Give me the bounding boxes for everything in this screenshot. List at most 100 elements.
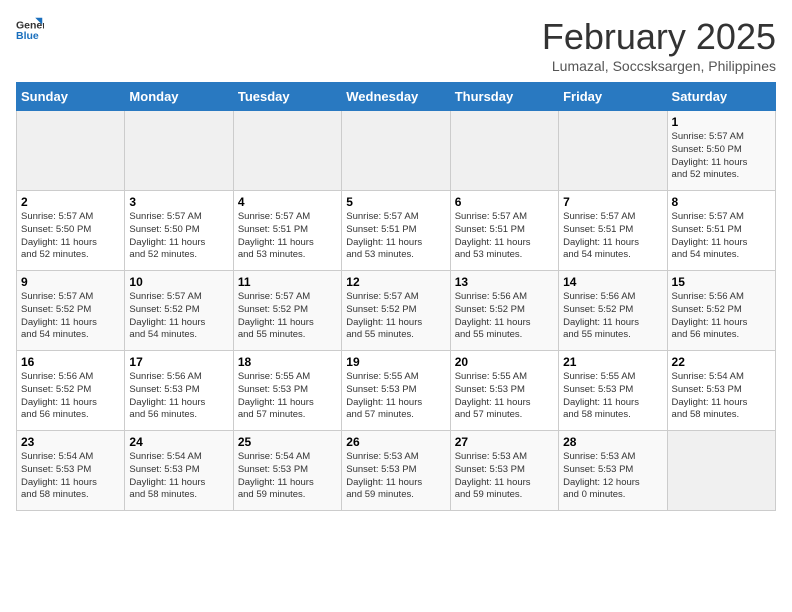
day-info: Sunrise: 5:56 AM Sunset: 5:52 PM Dayligh… <box>563 291 662 342</box>
calendar-cell: 13 Sunrise: 5:56 AM Sunset: 5:52 PM Dayli… <box>450 271 558 351</box>
day-info: Sunrise: 5:56 AM Sunset: 5:52 PM Dayligh… <box>21 371 120 422</box>
day-number: 24 <box>129 435 228 449</box>
day-info: Sunrise: 5:57 AM Sunset: 5:51 PM Dayligh… <box>455 211 554 262</box>
day-number: 9 <box>21 275 120 289</box>
day-info: Sunrise: 5:57 AM Sunset: 5:51 PM Dayligh… <box>346 211 445 262</box>
calendar-cell: 12 Sunrise: 5:57 AM Sunset: 5:52 PM Dayli… <box>342 271 450 351</box>
calendar-cell: 9 Sunrise: 5:57 AM Sunset: 5:52 PM Daylig… <box>17 271 125 351</box>
day-number: 10 <box>129 275 228 289</box>
calendar-cell: 19 Sunrise: 5:55 AM Sunset: 5:53 PM Dayli… <box>342 351 450 431</box>
day-number: 25 <box>238 435 337 449</box>
page-header: General Blue February 2025 Lumazal, Socc… <box>16 16 776 74</box>
calendar-cell: 15 Sunrise: 5:56 AM Sunset: 5:52 PM Dayli… <box>667 271 775 351</box>
day-info: Sunrise: 5:57 AM Sunset: 5:51 PM Dayligh… <box>563 211 662 262</box>
day-info: Sunrise: 5:57 AM Sunset: 5:51 PM Dayligh… <box>238 211 337 262</box>
day-info: Sunrise: 5:57 AM Sunset: 5:52 PM Dayligh… <box>129 291 228 342</box>
calendar-cell: 6 Sunrise: 5:57 AM Sunset: 5:51 PM Daylig… <box>450 191 558 271</box>
calendar-cell <box>667 431 775 511</box>
day-info: Sunrise: 5:56 AM Sunset: 5:52 PM Dayligh… <box>672 291 771 342</box>
calendar-cell: 8 Sunrise: 5:57 AM Sunset: 5:51 PM Daylig… <box>667 191 775 271</box>
day-info: Sunrise: 5:57 AM Sunset: 5:52 PM Dayligh… <box>21 291 120 342</box>
calendar-cell: 24 Sunrise: 5:54 AM Sunset: 5:53 PM Dayli… <box>125 431 233 511</box>
day-number: 5 <box>346 195 445 209</box>
svg-text:Blue: Blue <box>16 30 39 42</box>
day-info: Sunrise: 5:54 AM Sunset: 5:53 PM Dayligh… <box>129 451 228 502</box>
calendar-week-row: 23 Sunrise: 5:54 AM Sunset: 5:53 PM Dayli… <box>17 431 776 511</box>
day-info: Sunrise: 5:55 AM Sunset: 5:53 PM Dayligh… <box>346 371 445 422</box>
day-number: 23 <box>21 435 120 449</box>
calendar-header: SundayMondayTuesdayWednesdayThursdayFrid… <box>17 83 776 111</box>
calendar-week-row: 1Sunrise: 5:57 AM Sunset: 5:50 PM Daylig… <box>17 111 776 191</box>
calendar-cell: 5 Sunrise: 5:57 AM Sunset: 5:51 PM Daylig… <box>342 191 450 271</box>
day-number: 28 <box>563 435 662 449</box>
weekday-header: Saturday <box>667 83 775 111</box>
day-number: 6 <box>455 195 554 209</box>
day-number: 8 <box>672 195 771 209</box>
calendar-cell: 18 Sunrise: 5:55 AM Sunset: 5:53 PM Dayli… <box>233 351 341 431</box>
day-info: Sunrise: 5:57 AM Sunset: 5:52 PM Dayligh… <box>346 291 445 342</box>
weekday-row: SundayMondayTuesdayWednesdayThursdayFrid… <box>17 83 776 111</box>
day-number: 13 <box>455 275 554 289</box>
calendar-cell: 25Sunrise: 5:54 AM Sunset: 5:53 PM Dayli… <box>233 431 341 511</box>
day-info: Sunrise: 5:57 AM Sunset: 5:52 PM Dayligh… <box>238 291 337 342</box>
calendar-cell: 26 Sunrise: 5:53 AM Sunset: 5:53 PM Dayli… <box>342 431 450 511</box>
day-info: Sunrise: 5:55 AM Sunset: 5:53 PM Dayligh… <box>455 371 554 422</box>
calendar-week-row: 2Sunrise: 5:57 AM Sunset: 5:50 PM Daylig… <box>17 191 776 271</box>
day-number: 20 <box>455 355 554 369</box>
calendar-cell <box>125 111 233 191</box>
calendar-cell <box>233 111 341 191</box>
calendar-cell <box>342 111 450 191</box>
day-info: Sunrise: 5:53 AM Sunset: 5:53 PM Dayligh… <box>455 451 554 502</box>
day-number: 2 <box>21 195 120 209</box>
logo: General Blue <box>16 16 44 44</box>
calendar-cell <box>450 111 558 191</box>
day-number: 3 <box>129 195 228 209</box>
day-number: 22 <box>672 355 771 369</box>
calendar-cell: 20 Sunrise: 5:55 AM Sunset: 5:53 PM Dayli… <box>450 351 558 431</box>
day-number: 12 <box>346 275 445 289</box>
calendar-cell: 27 Sunrise: 5:53 AM Sunset: 5:53 PM Dayli… <box>450 431 558 511</box>
calendar-week-row: 16Sunrise: 5:56 AM Sunset: 5:52 PM Dayli… <box>17 351 776 431</box>
day-info: Sunrise: 5:54 AM Sunset: 5:53 PM Dayligh… <box>21 451 120 502</box>
calendar-cell <box>17 111 125 191</box>
calendar-cell <box>559 111 667 191</box>
weekday-header: Monday <box>125 83 233 111</box>
calendar-week-row: 9 Sunrise: 5:57 AM Sunset: 5:52 PM Daylig… <box>17 271 776 351</box>
month-title: February 2025 <box>542 16 776 58</box>
day-number: 7 <box>563 195 662 209</box>
day-number: 15 <box>672 275 771 289</box>
calendar-cell: 14 Sunrise: 5:56 AM Sunset: 5:52 PM Dayli… <box>559 271 667 351</box>
day-number: 27 <box>455 435 554 449</box>
calendar-cell: 2Sunrise: 5:57 AM Sunset: 5:50 PM Daylig… <box>17 191 125 271</box>
calendar-cell: 21Sunrise: 5:55 AM Sunset: 5:53 PM Dayli… <box>559 351 667 431</box>
calendar-body: 1Sunrise: 5:57 AM Sunset: 5:50 PM Daylig… <box>17 111 776 511</box>
calendar-cell: 7 Sunrise: 5:57 AM Sunset: 5:51 PM Daylig… <box>559 191 667 271</box>
day-number: 14 <box>563 275 662 289</box>
calendar-cell: 16Sunrise: 5:56 AM Sunset: 5:52 PM Dayli… <box>17 351 125 431</box>
day-number: 11 <box>238 275 337 289</box>
calendar-cell: 11 Sunrise: 5:57 AM Sunset: 5:52 PM Dayli… <box>233 271 341 351</box>
day-info: Sunrise: 5:53 AM Sunset: 5:53 PM Dayligh… <box>563 451 662 502</box>
day-number: 4 <box>238 195 337 209</box>
calendar-table: SundayMondayTuesdayWednesdayThursdayFrid… <box>16 82 776 511</box>
day-info: Sunrise: 5:57 AM Sunset: 5:50 PM Dayligh… <box>672 131 771 182</box>
logo-icon: General Blue <box>16 16 44 44</box>
title-block: February 2025 Lumazal, Soccsksargen, Phi… <box>542 16 776 74</box>
weekday-header: Thursday <box>450 83 558 111</box>
calendar-cell: 3Sunrise: 5:57 AM Sunset: 5:50 PM Daylig… <box>125 191 233 271</box>
day-number: 21 <box>563 355 662 369</box>
day-info: Sunrise: 5:55 AM Sunset: 5:53 PM Dayligh… <box>238 371 337 422</box>
day-info: Sunrise: 5:57 AM Sunset: 5:51 PM Dayligh… <box>672 211 771 262</box>
location: Lumazal, Soccsksargen, Philippines <box>542 58 776 74</box>
calendar-cell: 23 Sunrise: 5:54 AM Sunset: 5:53 PM Dayli… <box>17 431 125 511</box>
day-number: 19 <box>346 355 445 369</box>
weekday-header: Sunday <box>17 83 125 111</box>
day-info: Sunrise: 5:53 AM Sunset: 5:53 PM Dayligh… <box>346 451 445 502</box>
day-info: Sunrise: 5:56 AM Sunset: 5:52 PM Dayligh… <box>455 291 554 342</box>
weekday-header: Tuesday <box>233 83 341 111</box>
calendar-cell: 28 Sunrise: 5:53 AM Sunset: 5:53 PM Dayli… <box>559 431 667 511</box>
day-number: 18 <box>238 355 337 369</box>
calendar-cell: 10 Sunrise: 5:57 AM Sunset: 5:52 PM Dayli… <box>125 271 233 351</box>
day-number: 26 <box>346 435 445 449</box>
calendar-cell: 1Sunrise: 5:57 AM Sunset: 5:50 PM Daylig… <box>667 111 775 191</box>
